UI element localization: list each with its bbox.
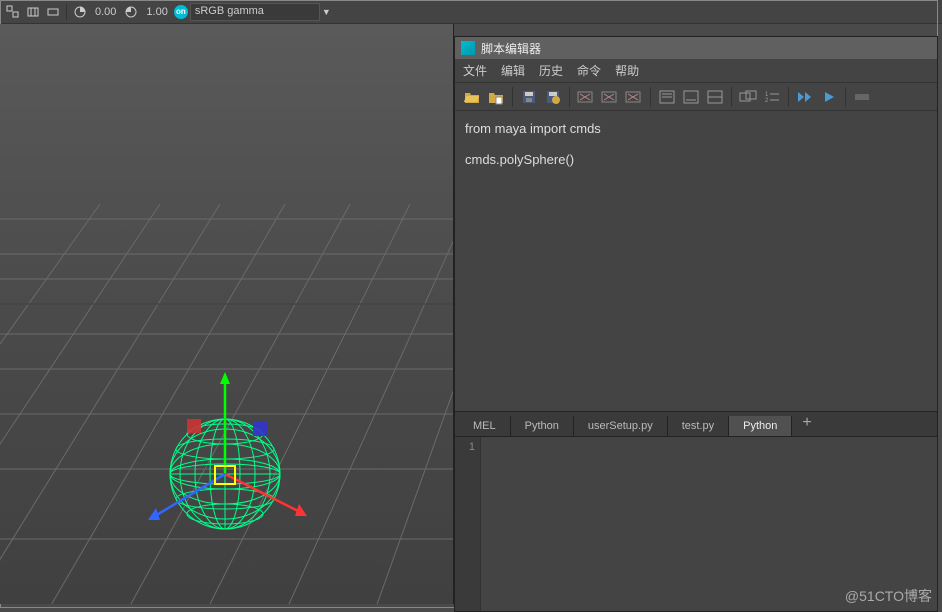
tabs-row: MEL Python userSetup.py test.py Python +: [455, 411, 937, 437]
goto-icon[interactable]: [851, 86, 873, 108]
execute-icon[interactable]: [818, 86, 840, 108]
tab-test[interactable]: test.py: [668, 416, 729, 436]
toolbar: 12: [455, 83, 937, 111]
output-line: from maya import cmds: [465, 119, 927, 140]
save-icon[interactable]: [518, 86, 540, 108]
tab-add[interactable]: +: [792, 410, 821, 436]
menu-command[interactable]: 命令: [577, 62, 601, 79]
clear-history-icon[interactable]: [575, 86, 597, 108]
both-icon[interactable]: [704, 86, 726, 108]
gate-icon[interactable]: [44, 3, 62, 21]
render-icon[interactable]: [4, 3, 22, 21]
clear-all-icon[interactable]: [623, 86, 645, 108]
tab-python-active[interactable]: Python: [729, 416, 792, 436]
menu-help[interactable]: 帮助: [615, 62, 639, 79]
line-gutter: 1: [455, 437, 481, 611]
input-icon[interactable]: [680, 86, 702, 108]
input-pane: 1: [455, 437, 937, 611]
menubar: 文件 编辑 历史 命令 帮助: [455, 59, 937, 83]
viewport-toolbar: 0.00 1.00 on sRGB gamma ▼: [0, 0, 942, 24]
script-editor-window: 脚本编辑器 文件 编辑 历史 命令 帮助 12 from maya import…: [454, 36, 938, 612]
menu-file[interactable]: 文件: [463, 62, 487, 79]
execute-all-icon[interactable]: [794, 86, 816, 108]
code-input[interactable]: [481, 437, 937, 611]
viewport-3d[interactable]: [0, 24, 454, 604]
watermark: @51CTO博客: [845, 586, 932, 606]
menu-history[interactable]: 历史: [539, 62, 563, 79]
clear-input-icon[interactable]: [599, 86, 621, 108]
chevron-down-icon[interactable]: ▼: [322, 7, 334, 17]
tab-usersetup[interactable]: userSetup.py: [574, 416, 668, 436]
open-icon[interactable]: [461, 86, 483, 108]
menu-edit[interactable]: 编辑: [501, 62, 525, 79]
colorspace-toggle-icon[interactable]: on: [174, 5, 188, 19]
maya-icon: [461, 41, 475, 55]
exposure-value[interactable]: 0.00: [91, 6, 120, 18]
save-to-shelf-icon[interactable]: [542, 86, 564, 108]
output-pane[interactable]: from maya import cmds cmds.polySphere(): [455, 111, 937, 411]
film-icon[interactable]: [24, 3, 42, 21]
source-icon[interactable]: [485, 86, 507, 108]
gamma-icon[interactable]: [122, 3, 140, 21]
svg-text:2: 2: [765, 98, 769, 104]
exposure-icon[interactable]: [71, 3, 89, 21]
colorspace-select[interactable]: sRGB gamma: [190, 3, 320, 21]
line-numbers-icon[interactable]: 12: [761, 86, 783, 108]
gamma-value[interactable]: 1.00: [142, 6, 171, 18]
window-title: 脚本编辑器: [481, 40, 541, 57]
output-line: cmds.polySphere(): [465, 150, 927, 171]
history-icon[interactable]: [656, 86, 678, 108]
window-titlebar[interactable]: 脚本编辑器: [455, 37, 937, 59]
echo-icon[interactable]: [737, 86, 759, 108]
tab-python[interactable]: Python: [511, 416, 574, 436]
tab-mel[interactable]: MEL: [459, 416, 511, 436]
